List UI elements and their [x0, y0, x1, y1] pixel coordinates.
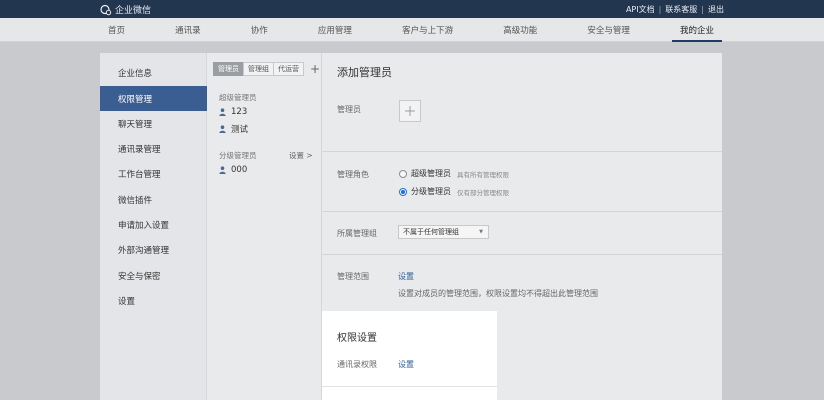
group-field-label: 所属管理组	[337, 229, 377, 238]
person-icon	[219, 125, 226, 133]
sidebar-item-contacts[interactable]: 通讯录管理	[100, 136, 207, 161]
divider	[322, 386, 497, 387]
sidebar-item-workbench[interactable]: 工作台管理	[100, 161, 207, 186]
radio-super-admin[interactable]	[399, 169, 407, 178]
caret-down-icon: ▼	[479, 229, 483, 235]
nav-contacts[interactable]: 通讯录	[167, 18, 209, 42]
permission-settings-title: 权限设置	[337, 333, 377, 344]
logout-link[interactable]: 退出	[708, 4, 724, 15]
contact-support-link[interactable]: 联系客服	[665, 4, 697, 15]
sidebar-item-permissions[interactable]: 权限管理	[100, 86, 207, 111]
branch-settings-link[interactable]: 设置 >	[289, 150, 313, 161]
sidebar-item-enterprise-info[interactable]: 企业信息	[100, 60, 207, 85]
role-field-label: 管理角色	[337, 170, 369, 179]
nav-my-enterprise[interactable]: 我的企业	[671, 18, 723, 42]
top-bar: 企业微信 API文档 | 联系客服 | 退出	[0, 0, 824, 18]
main-nav: 首页 通讯录 协作 应用管理 客户与上下游 高级功能 安全与管理 我的企业	[0, 18, 824, 42]
branch-admin-section-label: 分级管理员	[219, 151, 257, 160]
person-icon	[219, 108, 226, 116]
admin-group-select[interactable]: 不属于任何管理组 ▼	[398, 225, 489, 239]
add-admin-button[interactable]	[399, 100, 421, 122]
sidebar-item-external[interactable]: 外部沟通管理	[100, 237, 207, 262]
scope-help-text: 设置对成员的管理范围，权限设置均不得超出此管理范围	[398, 289, 598, 298]
list-item[interactable]: 测试	[219, 123, 248, 135]
admin-name: 000	[231, 165, 248, 175]
nav-app-management[interactable]: 应用管理	[310, 18, 360, 42]
role-option-super[interactable]: 超级管理员 具有所有管理权限	[399, 168, 509, 179]
brand-name: 企业微信	[115, 6, 152, 16]
role-desc: 仅有部分管理权限	[457, 188, 509, 197]
permission-settings-card: 权限设置 通讯录权限 设置	[322, 311, 497, 400]
scope-field-label: 管理范围	[337, 272, 369, 281]
role-option-branch[interactable]: 分级管理员 仅有部分管理权限	[399, 186, 509, 197]
role-name: 分级管理员	[411, 187, 451, 196]
radio-branch-admin[interactable]	[399, 187, 407, 196]
add-plus-icon[interactable]: +	[310, 63, 320, 75]
divider	[322, 211, 722, 212]
divider: |	[701, 5, 704, 14]
admin-name: 123	[231, 107, 248, 117]
contacts-permission-label: 通讯录权限	[337, 360, 377, 369]
list-item[interactable]: 123	[219, 107, 247, 117]
page-title: 添加管理员	[337, 66, 392, 79]
brand-logo[interactable]: 企业微信	[100, 3, 151, 16]
scope-settings-link[interactable]: 设置	[398, 271, 414, 282]
super-admin-section-label: 超级管理员	[219, 93, 257, 102]
tab-operators[interactable]: 代运营	[273, 62, 304, 76]
nav-security[interactable]: 安全与管理	[579, 18, 638, 42]
sidebar-item-join-settings[interactable]: 申请加入设置	[100, 212, 207, 237]
admin-tabs: 管理员 管理组 代运营 +	[213, 62, 320, 76]
divider	[322, 254, 722, 255]
list-item[interactable]: 000	[219, 165, 247, 175]
role-name: 超级管理员	[411, 169, 451, 178]
divider: |	[658, 5, 662, 14]
sidebar-item-wechat-plugin[interactable]: 微信插件	[100, 187, 207, 212]
person-icon	[219, 166, 226, 174]
sidebar-item-chat[interactable]: 聊天管理	[100, 111, 207, 136]
admin-field-label: 管理员	[337, 105, 361, 114]
api-docs-link[interactable]: API文档	[626, 4, 655, 15]
tab-admin-groups[interactable]: 管理组	[243, 62, 274, 76]
contacts-permission-settings-link[interactable]: 设置	[398, 359, 414, 370]
plus-icon	[405, 106, 415, 116]
nav-advanced[interactable]: 高级功能	[495, 18, 545, 42]
sidebar-item-settings[interactable]: 设置	[100, 288, 207, 313]
sidebar: 企业信息 权限管理 聊天管理 通讯录管理 工作台管理 微信插件 申请加入设置 外…	[100, 53, 207, 400]
role-desc: 具有所有管理权限	[457, 170, 509, 179]
admin-list-panel: 管理员 管理组 代运营 + 超级管理员 123 测试 分级管理员 设置 > 00…	[207, 53, 322, 400]
divider	[322, 151, 722, 152]
nav-home[interactable]: 首页	[100, 18, 133, 42]
select-value: 不属于任何管理组	[403, 228, 459, 236]
admin-name: 测试	[231, 125, 249, 135]
sidebar-item-security[interactable]: 安全与保密	[100, 263, 207, 288]
wecom-logo-icon	[100, 4, 112, 15]
top-links: API文档 | 联系客服 | 退出	[626, 4, 724, 15]
nav-customers[interactable]: 客户与上下游	[394, 18, 461, 42]
tab-admins[interactable]: 管理员	[213, 62, 244, 76]
nav-collaboration[interactable]: 协作	[243, 18, 276, 42]
